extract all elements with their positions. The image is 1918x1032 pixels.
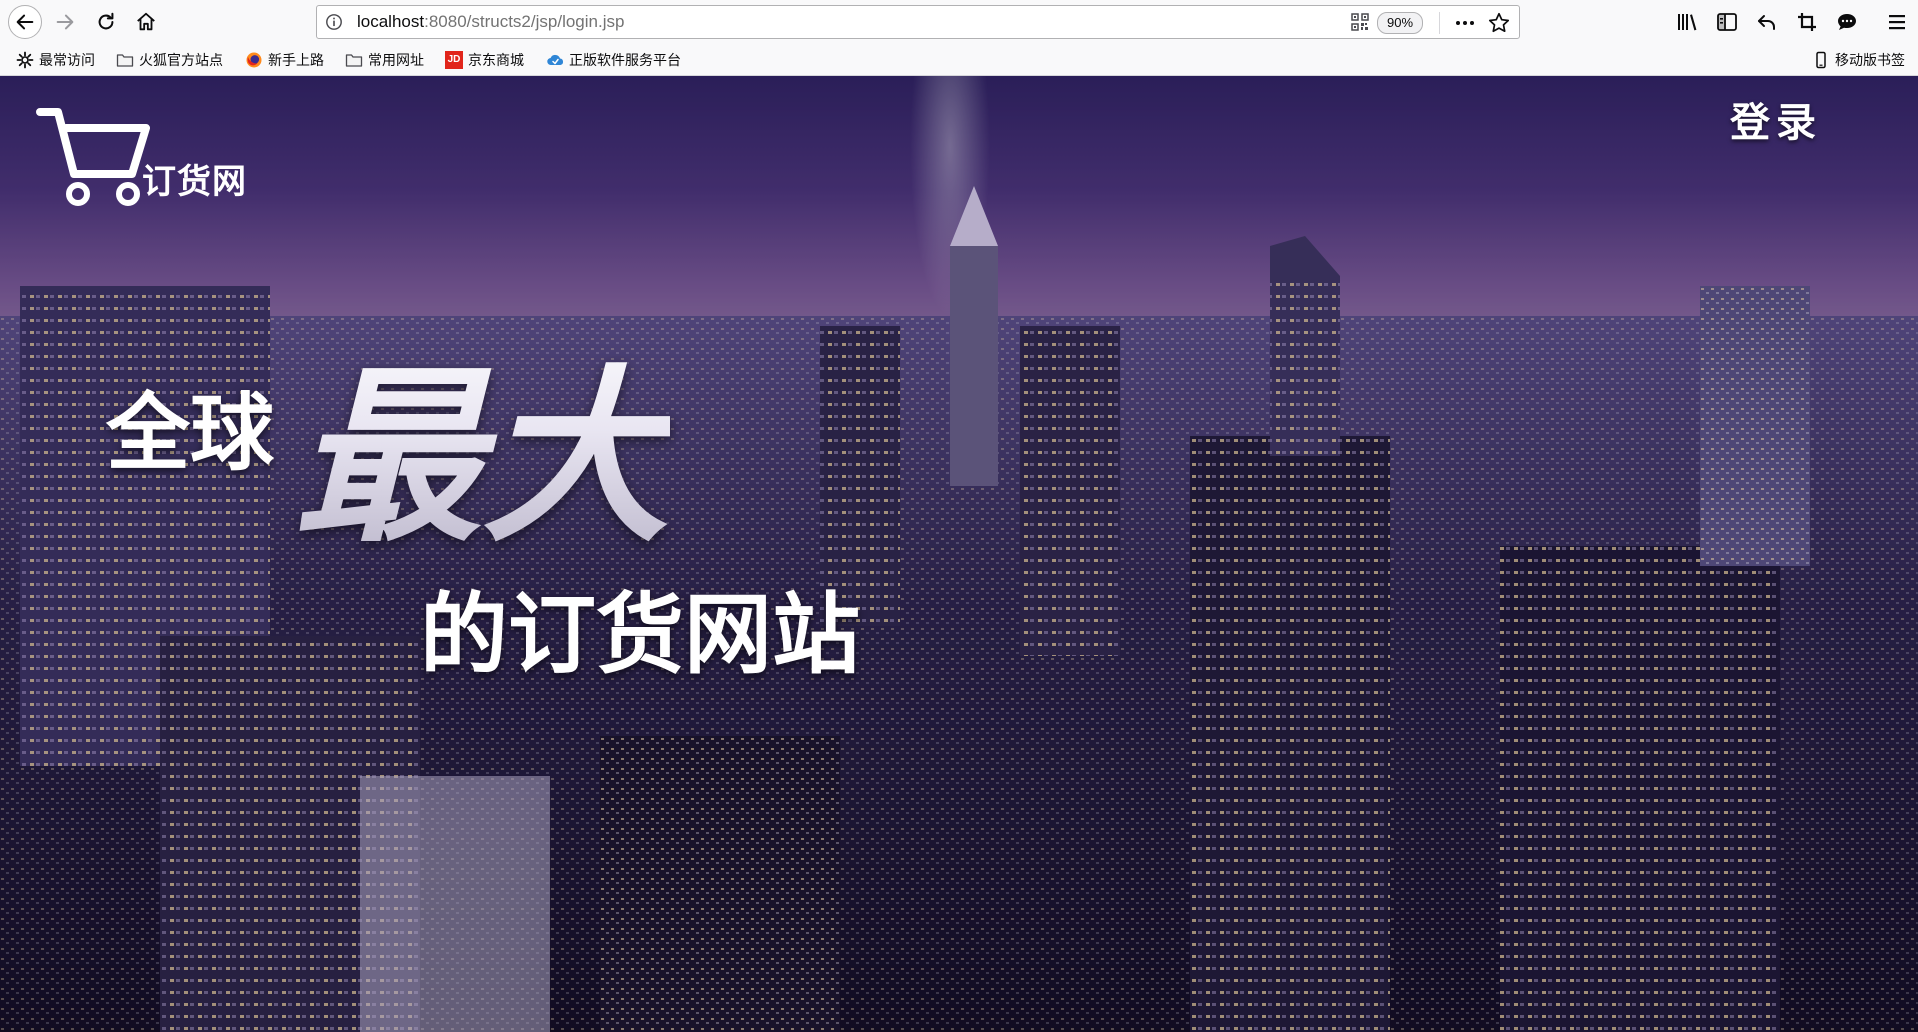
jd-icon: JD bbox=[445, 51, 463, 69]
bookmarks-toolbar: 最常访问 火狐官方站点 新手上路 常用网址 JD 京东商城 正版软件服务平台 移… bbox=[0, 44, 1918, 76]
slogan-largest: 最大 bbox=[294, 306, 670, 578]
address-bar[interactable]: localhost:8080/structs2/jsp/login.jsp 90… bbox=[316, 5, 1520, 39]
url-host: localhost bbox=[357, 12, 425, 31]
bookmark-label: 火狐官方站点 bbox=[139, 53, 223, 69]
bookmark-label: 常用网址 bbox=[368, 53, 424, 69]
home-button[interactable] bbox=[129, 5, 163, 39]
login-page: 订货网 登录 全球 最大 的订货网站 bbox=[0, 76, 1918, 1032]
bookmark-common-sites[interactable]: 常用网址 bbox=[345, 48, 424, 72]
site-info-icon[interactable] bbox=[325, 13, 343, 31]
back-arrow-icon bbox=[16, 14, 34, 30]
folder-icon bbox=[345, 54, 363, 67]
sidebar-icon[interactable] bbox=[1716, 11, 1738, 33]
chat-bubble-icon[interactable] bbox=[1836, 11, 1858, 33]
browser-chrome: localhost:8080/structs2/jsp/login.jsp 90… bbox=[0, 0, 1918, 76]
gear-icon bbox=[16, 51, 34, 69]
slogan-ordering-site: 的订货网站 bbox=[420, 583, 861, 686]
cloud-icon bbox=[547, 54, 564, 66]
forward-button[interactable] bbox=[48, 5, 82, 39]
url-text[interactable]: localhost:8080/structs2/jsp/login.jsp bbox=[357, 12, 624, 32]
reload-icon bbox=[98, 12, 114, 30]
page-actions-more-icon[interactable] bbox=[1453, 12, 1477, 34]
forward-arrow-icon bbox=[56, 14, 74, 30]
qr-code-icon[interactable] bbox=[1351, 13, 1369, 31]
url-bar-separator bbox=[1439, 12, 1440, 34]
firefox-icon bbox=[246, 52, 262, 68]
undo-icon[interactable] bbox=[1756, 11, 1778, 33]
zoom-level-badge[interactable]: 90% bbox=[1377, 12, 1424, 34]
home-icon bbox=[137, 12, 155, 31]
bookmark-firefox-site[interactable]: 火狐官方站点 bbox=[116, 48, 223, 72]
login-link[interactable]: 登录 bbox=[1730, 90, 1822, 148]
folder-icon bbox=[116, 54, 134, 67]
slogan-global: 全球 bbox=[106, 384, 275, 482]
bookmark-label: 正版软件服务平台 bbox=[569, 53, 681, 69]
hamburger-menu-icon[interactable] bbox=[1886, 11, 1908, 33]
bookmark-label: 京东商城 bbox=[468, 53, 524, 69]
bookmark-jd-mall[interactable]: JD 京东商城 bbox=[445, 48, 524, 72]
bookmark-getting-started[interactable]: 新手上路 bbox=[245, 48, 324, 72]
back-button[interactable] bbox=[8, 5, 42, 39]
mobile-phone-icon bbox=[1816, 51, 1826, 69]
bookmark-genuine-software[interactable]: 正版软件服务平台 bbox=[546, 48, 681, 72]
bookmark-most-visited[interactable]: 最常访问 bbox=[16, 48, 95, 72]
screenshot-crop-icon[interactable] bbox=[1796, 11, 1818, 33]
city-night-background bbox=[0, 76, 1918, 1032]
site-name: 订货网 bbox=[142, 162, 247, 202]
reload-button[interactable] bbox=[89, 5, 123, 39]
bookmark-mobile[interactable]: 移动版书签 bbox=[1812, 48, 1905, 72]
bookmark-label: 新手上路 bbox=[268, 53, 324, 69]
bookmark-label: 最常访问 bbox=[39, 53, 95, 69]
url-path: :8080/structs2/jsp/login.jsp bbox=[424, 12, 625, 31]
library-icon[interactable] bbox=[1676, 11, 1698, 33]
bookmark-label: 移动版书签 bbox=[1835, 53, 1905, 69]
navigation-toolbar: localhost:8080/structs2/jsp/login.jsp 90… bbox=[0, 0, 1918, 44]
bookmark-star-icon[interactable] bbox=[1487, 11, 1511, 35]
